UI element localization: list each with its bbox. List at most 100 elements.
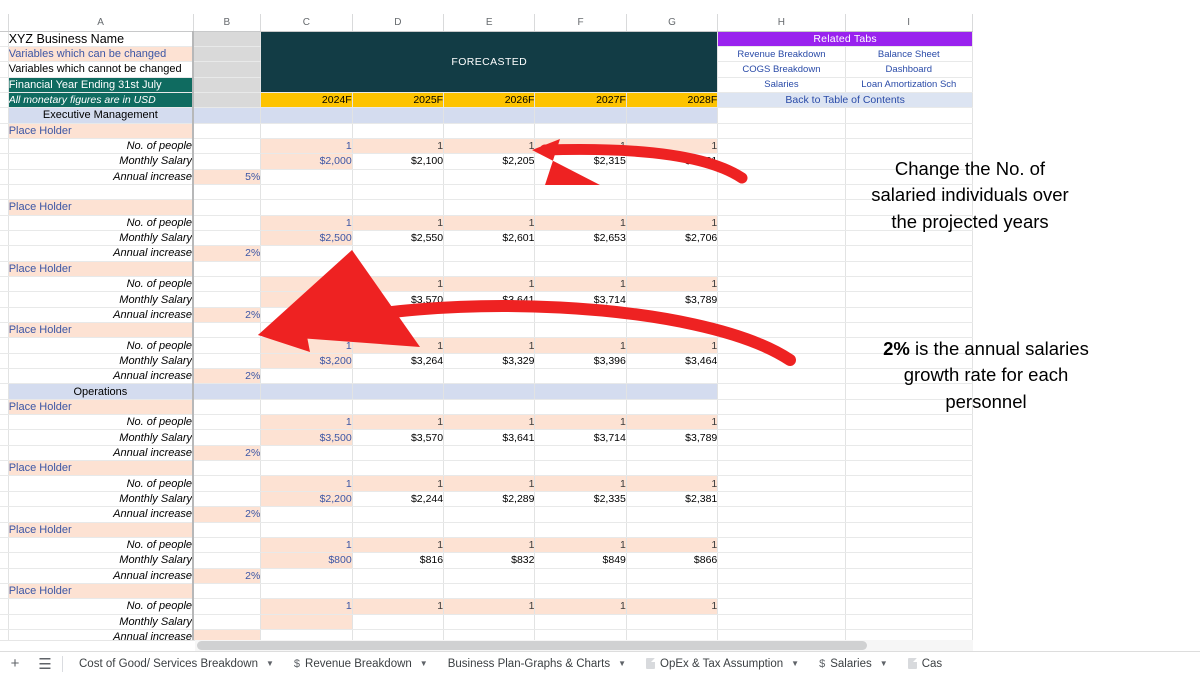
- column-header-I[interactable]: I: [845, 14, 973, 32]
- blank[interactable]: [534, 506, 627, 523]
- blank[interactable]: [352, 261, 445, 278]
- blank[interactable]: [443, 506, 536, 523]
- blank[interactable]: [443, 368, 536, 385]
- people-0-2-4[interactable]: 1: [626, 276, 719, 293]
- grid-viewport[interactable]: A B C D E F G H I XYZ Business Name FORECASTED Rela…: [0, 14, 973, 644]
- blank[interactable]: [260, 460, 353, 477]
- salary-1-2-3[interactable]: $849: [534, 552, 627, 569]
- salary-1-0-3[interactable]: $3,714: [534, 429, 627, 446]
- sheet-tab-1[interactable]: $ Revenue Breakdown ▼: [284, 652, 438, 675]
- group-label-1-3[interactable]: Place Holder: [8, 583, 195, 600]
- salary-0-2-4[interactable]: $3,789: [626, 291, 719, 308]
- blank[interactable]: [626, 245, 719, 262]
- people-0-2-0[interactable]: 1: [260, 276, 353, 293]
- people-0-1-0[interactable]: 1: [260, 215, 353, 231]
- blank-b[interactable]: [193, 199, 262, 216]
- people-0-3-4[interactable]: 1: [626, 337, 719, 354]
- blank[interactable]: [626, 123, 719, 139]
- people-0-0-0[interactable]: 1: [260, 138, 353, 155]
- people-1-1-3[interactable]: 1: [534, 475, 627, 492]
- column-header-E[interactable]: E: [443, 14, 536, 32]
- blank[interactable]: [260, 583, 353, 600]
- blank-b[interactable]: [193, 552, 262, 569]
- blank[interactable]: [626, 583, 719, 600]
- sheet-tab-4[interactable]: $ Salaries ▼: [809, 652, 898, 675]
- blank[interactable]: [443, 568, 536, 584]
- sheet-tab-0[interactable]: Cost of Good/ Services Breakdown ▼: [69, 652, 284, 675]
- salary-0-3-3[interactable]: $3,396: [534, 353, 627, 370]
- all-sheets-icon[interactable]: ☰: [30, 652, 60, 675]
- cell-b[interactable]: [193, 92, 262, 109]
- salary-0-0-2[interactable]: $2,205: [443, 153, 536, 170]
- blank[interactable]: [626, 568, 719, 584]
- people-0-1-2[interactable]: 1: [443, 215, 536, 231]
- chevron-down-icon[interactable]: ▼: [791, 659, 799, 668]
- salary-0-2-2[interactable]: $3,641: [443, 291, 536, 308]
- people-1-0-4[interactable]: 1: [626, 414, 719, 431]
- blank[interactable]: [260, 445, 353, 462]
- blank[interactable]: [443, 169, 536, 185]
- chevron-down-icon[interactable]: ▼: [420, 659, 428, 668]
- increase-1-1[interactable]: 2%: [193, 506, 262, 523]
- salary-1-0-1[interactable]: $3,570: [352, 429, 445, 446]
- blank-b[interactable]: [193, 230, 262, 247]
- blank[interactable]: [534, 568, 627, 584]
- people-0-3-0[interactable]: 1: [260, 337, 353, 354]
- people-1-2-1[interactable]: 1: [352, 537, 445, 554]
- group-label-1-2[interactable]: Place Holder: [8, 522, 195, 538]
- blank[interactable]: [260, 169, 353, 185]
- blank[interactable]: [443, 123, 536, 139]
- spacer[interactable]: [626, 184, 719, 201]
- spacer[interactable]: [534, 184, 627, 201]
- blank[interactable]: [534, 123, 627, 139]
- people-0-0-1[interactable]: 1: [352, 138, 445, 155]
- blank[interactable]: [443, 307, 536, 324]
- blank-b[interactable]: [193, 322, 262, 339]
- blank-b[interactable]: [193, 353, 262, 370]
- group-label-0-2[interactable]: Place Holder: [8, 261, 195, 278]
- salary-1-0-0[interactable]: $3,500: [260, 429, 353, 446]
- people-1-0-0[interactable]: 1: [260, 414, 353, 431]
- blank[interactable]: [626, 460, 719, 477]
- increase-0-1[interactable]: 2%: [193, 245, 262, 262]
- people-1-1-1[interactable]: 1: [352, 475, 445, 492]
- people-0-0-3[interactable]: 1: [534, 138, 627, 155]
- blank-b[interactable]: [193, 475, 262, 492]
- blank[interactable]: [534, 460, 627, 477]
- salary-1-1-2[interactable]: $2,289: [443, 491, 536, 508]
- group-label-1-1[interactable]: Place Holder: [8, 460, 195, 477]
- blank[interactable]: [443, 322, 536, 339]
- people-1-3-2[interactable]: 1: [443, 598, 536, 615]
- increase-0-3[interactable]: 2%: [193, 368, 262, 385]
- spacer[interactable]: [352, 184, 445, 201]
- spreadsheet-grid[interactable]: A B C D E F G H I XYZ Business Name FORECASTED Rela…: [0, 14, 973, 644]
- people-1-2-2[interactable]: 1: [443, 537, 536, 554]
- blank[interactable]: [626, 322, 719, 339]
- salary-0-3-1[interactable]: $3,264: [352, 353, 445, 370]
- sheet-tab-5[interactable]: Cas: [898, 652, 952, 675]
- salary-0-2-0[interactable]: $3,500: [260, 291, 353, 308]
- horizontal-scrollbar[interactable]: [195, 640, 973, 651]
- blank[interactable]: [443, 399, 536, 416]
- blank[interactable]: [352, 245, 445, 262]
- blank[interactable]: [260, 123, 353, 139]
- people-1-2-4[interactable]: 1: [626, 537, 719, 554]
- salary-0-3-4[interactable]: $3,464: [626, 353, 719, 370]
- people-0-0-4[interactable]: 1: [626, 138, 719, 155]
- people-0-3-1[interactable]: 1: [352, 337, 445, 354]
- people-1-1-2[interactable]: 1: [443, 475, 536, 492]
- blank-b[interactable]: [193, 399, 262, 416]
- related-link-balance-sheet[interactable]: Balance Sheet: [845, 46, 973, 63]
- blank-b[interactable]: [193, 414, 262, 431]
- blank[interactable]: [626, 445, 719, 462]
- blank[interactable]: [352, 445, 445, 462]
- blank[interactable]: [260, 368, 353, 385]
- chevron-down-icon[interactable]: ▼: [880, 659, 888, 668]
- salary-1-2-4[interactable]: $866: [626, 552, 719, 569]
- salary-0-1-2[interactable]: $2,601: [443, 230, 536, 247]
- salary-0-3-2[interactable]: $3,329: [443, 353, 536, 370]
- blank[interactable]: [626, 522, 719, 538]
- salary-0-0-3[interactable]: $2,315: [534, 153, 627, 170]
- blank[interactable]: [260, 522, 353, 538]
- blank[interactable]: [352, 399, 445, 416]
